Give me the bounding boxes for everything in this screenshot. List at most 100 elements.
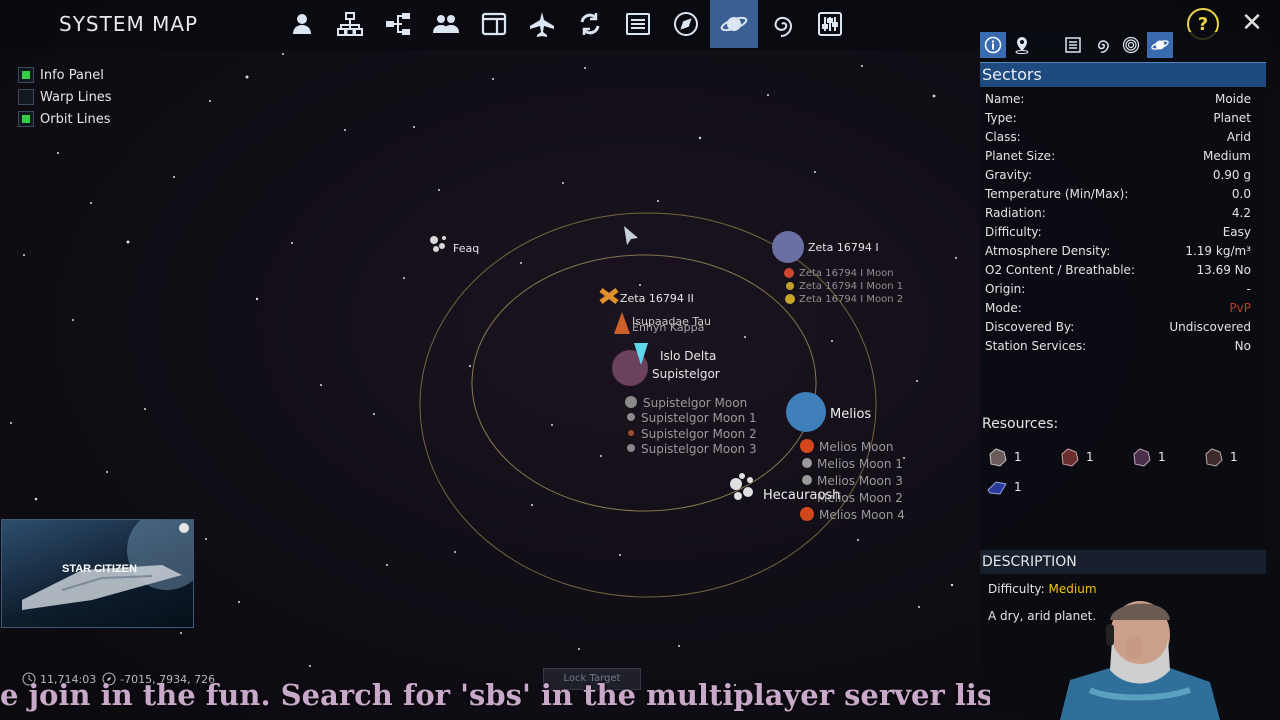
star-citizen-logo: STAR CITIZEN (1, 519, 194, 628)
spaceship-art: STAR CITIZEN (22, 520, 193, 610)
property-label: Difficulty: (985, 225, 1042, 239)
property-label: Temperature (Min/Max): (985, 187, 1129, 201)
property-value: Undiscovered (1169, 320, 1251, 334)
ore-rock-red-icon (1061, 448, 1079, 467)
property-row: Mode: PvP (985, 301, 1251, 320)
panel-info-button[interactable] (980, 32, 1006, 58)
asteroid-hecauraosh-icon[interactable] (730, 473, 753, 500)
moon-melios-4[interactable] (800, 507, 814, 521)
target-rings-icon (1122, 36, 1140, 54)
label-zeta-1-moon-2: Zeta 16794 I Moon 2 (799, 294, 904, 305)
asteroid-feaq-icon[interactable] (430, 236, 446, 252)
difficulty-label: Difficulty: (988, 582, 1045, 596)
sectors-title: Sectors (982, 65, 1042, 84)
resource-item[interactable]: 1 (986, 446, 1022, 468)
property-row: Station Services: No (985, 339, 1251, 358)
panel-spiral-button[interactable] (1089, 32, 1115, 58)
property-label: Discovered By: (985, 320, 1075, 334)
property-label: Planet Size: (985, 149, 1056, 163)
property-row: Temperature (Min/Max): 0.0 (985, 187, 1251, 206)
property-value: 4.2 (1231, 206, 1251, 220)
label-zeta-1: Zeta 16794 I (808, 241, 879, 254)
moon-melios-3[interactable] (802, 475, 812, 485)
label-melios-moon-4: Melios Moon 4 (819, 508, 905, 522)
property-row: Origin: - (985, 282, 1251, 301)
planet-melios[interactable] (786, 392, 826, 432)
station-enhyn-icon[interactable] (614, 312, 630, 334)
property-value: PvP (1229, 301, 1251, 315)
panel-planet-button[interactable] (1147, 32, 1173, 58)
label-supistelgor-moon-3: Supistelgor Moon 3 (641, 442, 757, 456)
resource-count: 1 (1014, 450, 1022, 464)
label-zeta-2: Zeta 16794 II (620, 292, 694, 305)
ice-crystal-icon (987, 481, 1007, 495)
moon-zeta-1-2[interactable] (785, 294, 795, 304)
resource-item[interactable]: 1 (986, 476, 1022, 498)
property-label: Type: (985, 111, 1017, 125)
moon-zeta-1[interactable] (784, 268, 794, 278)
moon-melios-1[interactable] (802, 458, 812, 468)
moon-supistelgor[interactable] (625, 396, 637, 408)
property-row: O2 Content / Breathable: 13.69 No (985, 263, 1251, 282)
property-label: Origin: (985, 282, 1026, 296)
panel-toolbar (980, 32, 1176, 58)
property-value: Arid (1226, 130, 1251, 144)
property-row: Gravity: 0.90 g (985, 168, 1251, 187)
label-zeta-1-moon-1: Zeta 16794 I Moon 1 (799, 281, 904, 292)
info-icon (984, 36, 1002, 54)
logo-text: STAR CITIZEN (62, 563, 137, 575)
label-melios-moon-1: Melios Moon 1 (817, 457, 903, 471)
property-value: - (1246, 282, 1251, 296)
property-row: Atmosphere Density: 1.19 kg/m³ (985, 244, 1251, 263)
label-supistelgor-moon-2: Supistelgor Moon 2 (641, 427, 757, 441)
property-label: Mode: (985, 301, 1022, 315)
label-melios-moon-3: Melios Moon 3 (817, 474, 903, 488)
property-label: Station Services: (985, 339, 1087, 353)
moon-zeta-1-1[interactable] (786, 282, 794, 290)
label-feaq: Feaq (453, 242, 480, 255)
property-label: Gravity: (985, 168, 1032, 182)
resource-item[interactable]: 1 (1202, 446, 1238, 468)
label-islo-delta: Islo Delta (660, 349, 717, 363)
label-melios-moon: Melios Moon (819, 440, 894, 454)
property-label: O2 Content / Breathable: (985, 263, 1135, 277)
property-value: Planet (1213, 111, 1251, 125)
property-value: Moide (1214, 92, 1251, 106)
map-pin-icon (1015, 37, 1029, 54)
panel-target-button[interactable] (1118, 32, 1144, 58)
moon-supistelgor-3[interactable] (627, 444, 635, 452)
label-supistelgor-moon-1: Supistelgor Moon 1 (641, 411, 757, 425)
planet-view-icon (1151, 40, 1169, 50)
ore-rock-purple-icon (1133, 448, 1151, 467)
property-list: Name: Moide Type: Planet Class: Arid Planet… (985, 92, 1251, 358)
label-supistelgor-moon: Supistelgor Moon (643, 396, 748, 410)
resource-item[interactable]: 1 (1130, 446, 1166, 468)
panel-list-button[interactable] (1060, 32, 1086, 58)
planet-zeta-1[interactable] (772, 231, 804, 263)
moon-supistelgor-2[interactable] (628, 430, 634, 436)
property-value: 0.0 (1231, 187, 1251, 201)
property-value: Medium (1203, 149, 1251, 163)
resource-item[interactable]: 1 (1058, 446, 1094, 468)
sectors-header[interactable]: Sectors (980, 62, 1266, 87)
moon-supistelgor-1[interactable] (627, 413, 635, 421)
resource-count: 1 (1230, 450, 1238, 464)
property-row: Class: Arid (985, 130, 1251, 149)
property-value: 0.90 g (1212, 168, 1251, 182)
property-row: Difficulty: Easy (985, 225, 1251, 244)
resource-count: 1 (1014, 480, 1022, 494)
label-hecauraosh: Hecauraosh (763, 488, 841, 503)
description-header: DESCRIPTION (980, 550, 1266, 574)
cursor-arrow-icon (624, 226, 638, 245)
property-value: Easy (1222, 225, 1251, 239)
moon-melios[interactable] (800, 439, 814, 453)
resource-count: 1 (1158, 450, 1166, 464)
webcam-overlay (1060, 580, 1220, 720)
station-zeta-2-icon[interactable] (599, 288, 619, 304)
property-label: Atmosphere Density: (985, 244, 1111, 258)
property-label: Radiation: (985, 206, 1046, 220)
resource-count: 1 (1086, 450, 1094, 464)
panel-location-button[interactable] (1009, 32, 1035, 58)
property-label: Name: (985, 92, 1025, 106)
list-view-icon (1065, 37, 1081, 53)
